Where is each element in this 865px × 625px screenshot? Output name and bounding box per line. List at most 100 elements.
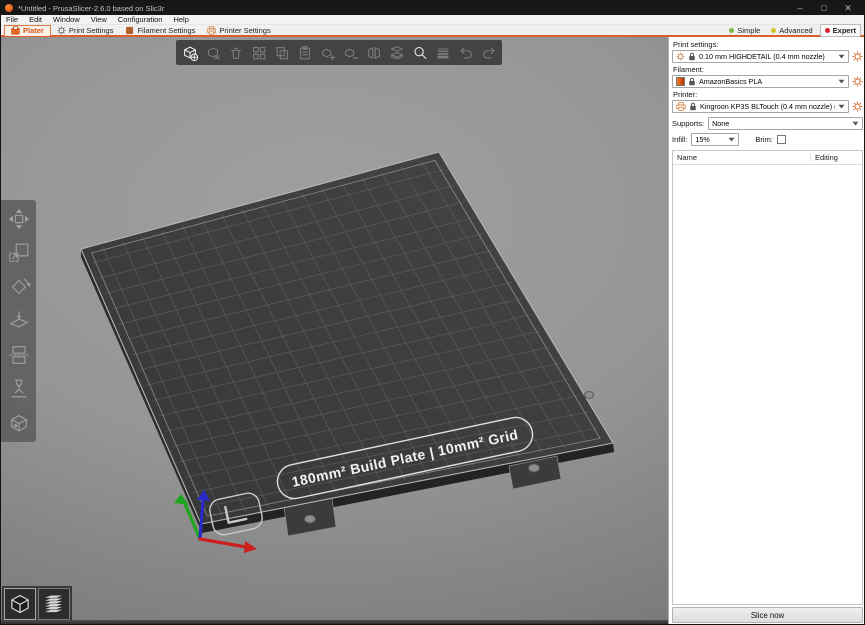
chevron-down-icon <box>838 104 845 109</box>
profile-gear-icon <box>676 52 685 61</box>
gizmo-toolbar <box>1 200 36 442</box>
split-to-parts-button[interactable] <box>386 42 407 63</box>
simple-mode-dot <box>729 28 734 33</box>
print-settings-label: Print settings: <box>673 40 863 49</box>
chevron-down-icon <box>852 121 859 126</box>
print-settings-combo[interactable]: 0.10 mm HIGHDETAIL (0.4 mm nozzle) <box>672 50 849 63</box>
close-button[interactable]: ✕ <box>836 1 860 15</box>
menu-item-file[interactable]: File <box>6 15 18 24</box>
edit-print-settings-button[interactable] <box>851 51 863 63</box>
plater-icon <box>11 26 20 35</box>
chevron-down-icon <box>838 54 845 59</box>
menu-item-edit[interactable]: Edit <box>29 15 42 24</box>
cut-icon[interactable] <box>6 342 32 368</box>
brim-checkbox[interactable] <box>777 135 786 144</box>
supports-combo[interactable]: None <box>708 117 863 130</box>
filament-label: Filament: <box>673 65 863 74</box>
tab-filament-settings-label: Filament Settings <box>137 26 195 35</box>
infill-label: Infill: <box>672 135 687 144</box>
build-plate-scene[interactable]: 180mm² Build Plate | 10mm² Grid <box>1 37 668 625</box>
mode-expert[interactable]: Expert <box>820 24 861 37</box>
prusaslicer-window: *Untitled - PrusaSlicer-2.6.0 based on S… <box>0 0 865 625</box>
tab-print-settings-label: Print Settings <box>69 26 114 35</box>
object-toolbar <box>176 40 502 65</box>
edit-printer-button[interactable] <box>851 101 863 113</box>
mode-advanced[interactable]: Advanced <box>767 25 816 36</box>
tab-plater-label: Plater <box>23 26 44 35</box>
place-on-face-icon[interactable] <box>6 308 32 334</box>
chevron-down-icon <box>838 79 845 84</box>
slice-now-button[interactable]: Slice now <box>672 607 863 623</box>
tab-print-settings[interactable]: Print Settings <box>51 25 120 36</box>
undo-button[interactable] <box>455 42 476 63</box>
filament-combo[interactable]: AmazonBasics PLA <box>672 75 849 88</box>
printer-value: Kingroon KP3S BLTouch (0.4 mm nozzle) (m… <box>700 102 835 111</box>
mode-simple[interactable]: Simple <box>725 25 764 36</box>
lock-icon <box>688 52 696 61</box>
object-list-body <box>673 165 862 604</box>
filament-color-swatch <box>676 77 685 86</box>
tab-plater[interactable]: Plater <box>4 25 51 36</box>
layers-icon <box>41 591 67 617</box>
plate-hole <box>305 515 316 523</box>
settings-panel: Print settings: 0.10 mm HIGHDETAIL (0.4 … <box>668 37 865 625</box>
maximize-button[interactable]: □ <box>812 1 836 15</box>
infill-combo[interactable]: 15% <box>691 133 739 146</box>
filament-value: AmazonBasics PLA <box>699 77 835 86</box>
scale-icon[interactable] <box>6 240 32 266</box>
plate-hole <box>585 392 594 399</box>
seam-painting-icon[interactable] <box>6 410 32 436</box>
gear-icon <box>57 26 66 35</box>
advanced-mode-dot <box>771 28 776 33</box>
search-icon[interactable] <box>409 42 430 63</box>
paint-on-supports-icon[interactable] <box>6 376 32 402</box>
remove-instance-button[interactable] <box>340 42 361 63</box>
minimize-button[interactable]: – <box>788 1 812 15</box>
add-object-button[interactable] <box>179 42 200 63</box>
tab-bar: Plater Print Settings Filament Settings … <box>1 25 864 37</box>
mode-switcher: Simple Advanced Expert <box>725 24 864 37</box>
filament-icon <box>125 26 134 35</box>
plate-hole <box>529 464 540 472</box>
variable-layer-height-button[interactable] <box>432 42 453 63</box>
printer-icon <box>676 102 686 111</box>
menu-item-window[interactable]: Window <box>53 15 80 24</box>
menu-item-help[interactable]: Help <box>173 15 188 24</box>
gear-icon <box>852 101 863 112</box>
delete-object-button[interactable] <box>202 42 223 63</box>
3d-viewport[interactable]: 180mm² Build Plate | 10mm² Grid <box>1 37 668 625</box>
edit-filament-button[interactable] <box>851 76 863 88</box>
tab-printer-settings[interactable]: Printer Settings <box>201 25 276 36</box>
object-list-header: Name Editing <box>673 151 862 165</box>
window-title: *Untitled - PrusaSlicer-2.6.0 based on S… <box>18 4 164 13</box>
menu-item-view[interactable]: View <box>91 15 107 24</box>
axis-x-red <box>200 539 246 547</box>
title-bar: *Untitled - PrusaSlicer-2.6.0 based on S… <box>1 1 864 15</box>
copy-button[interactable] <box>271 42 292 63</box>
printer-combo[interactable]: Kingroon KP3S BLTouch (0.4 mm nozzle) (m… <box>672 100 849 113</box>
menu-item-configuration[interactable]: Configuration <box>118 15 163 24</box>
lock-icon <box>689 102 697 111</box>
printer-label: Printer: <box>673 90 863 99</box>
add-instance-button[interactable] <box>317 42 338 63</box>
expert-mode-dot <box>825 28 830 33</box>
redo-button[interactable] <box>478 42 499 63</box>
move-icon[interactable] <box>6 206 32 232</box>
gear-icon <box>852 76 863 87</box>
infill-value: 15% <box>695 135 725 144</box>
arrange-button[interactable] <box>248 42 269 63</box>
supports-label: Supports: <box>672 119 704 128</box>
split-to-objects-button[interactable] <box>363 42 384 63</box>
printer-icon <box>207 26 216 35</box>
tab-filament-settings[interactable]: Filament Settings <box>119 25 201 36</box>
app-icon <box>5 4 13 12</box>
3d-editor-view-button[interactable] <box>4 588 36 620</box>
tab-printer-settings-label: Printer Settings <box>219 26 270 35</box>
preview-view-button[interactable] <box>38 588 70 620</box>
gear-icon <box>852 51 863 62</box>
rotate-icon[interactable] <box>6 274 32 300</box>
paste-button[interactable] <box>294 42 315 63</box>
print-settings-value: 0.10 mm HIGHDETAIL (0.4 mm nozzle) <box>699 52 835 61</box>
delete-all-button[interactable] <box>225 42 246 63</box>
supports-value: None <box>712 119 849 128</box>
